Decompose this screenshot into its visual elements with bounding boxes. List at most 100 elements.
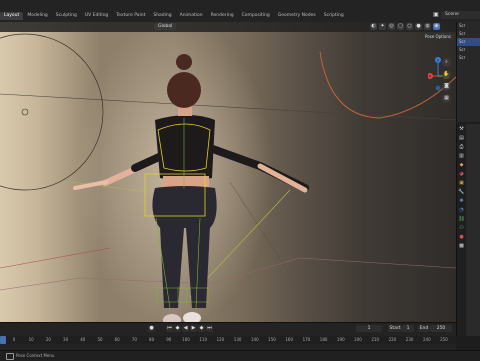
tool-icon[interactable]: ⚒ [458,126,465,133]
frame-tick-label: 0 [12,337,16,342]
outliner-row[interactable]: Scr [457,54,480,62]
texture-icon[interactable]: ▩ [458,243,465,250]
frame-tick-label: 230 [405,337,414,342]
frame-tick-label: 160 [285,337,294,342]
workspace-tab-rendering[interactable]: Rendering [207,12,238,20]
play-reverse-icon[interactable]: ◀ [182,325,189,332]
solid-shading-icon[interactable]: ● [415,23,422,30]
end-label: End [418,325,430,332]
start-label: Start [388,325,402,332]
frame-tick-label: 70 [131,337,137,342]
rendered-shading-icon[interactable]: ◉ [433,23,440,30]
playhead[interactable] [0,336,6,344]
workspace-tab-scripting[interactable]: Scripting [320,12,348,20]
outliner-row[interactable]: Scr [457,46,480,54]
status-bar: Pose Context Menu [0,350,480,361]
next-keyframe-icon[interactable]: ◆ [198,325,205,332]
pan-hand-icon[interactable]: ✋ [442,70,451,79]
frame-tick-label: 90 [166,337,172,342]
outliner-row[interactable]: Scr [457,22,480,30]
frame-tick-label: 120 [216,337,225,342]
perspective-toggle-icon[interactable]: ▦ [442,94,451,103]
zoom-icon[interactable]: ⌕ [442,58,451,67]
scene-selector[interactable]: Scene [441,11,480,19]
render-icon[interactable]: ▤ [458,135,465,142]
output-icon[interactable]: ⎙ [458,144,465,151]
properties-tabs: ⚒ ▤ ⎙ ▥ ◆ ◕ ▣ 🔧 ✺ ◔ ⛓ ⚇ ● ▩ [457,124,466,336]
workspace-tab-modeling[interactable]: Modeling [23,12,51,20]
overlay-icon[interactable]: ◎ [388,23,395,30]
properties-panel: ⚒ ▤ ⎙ ▥ ◆ ◕ ▣ 🔧 ✺ ◔ ⛓ ⚇ ● ▩ [456,124,480,336]
viewport-header: Global ◐ ✦ ◎ ▢ ○ ● ◍ ◉ [0,22,456,32]
outliner-panel: Scr Scr Scr Scr Scr [456,22,480,122]
prev-keyframe-icon[interactable]: ◆ [174,325,181,332]
workspace-tab-geometry-nodes[interactable]: Geometry Nodes [274,12,320,20]
frame-tick-label: 180 [319,337,328,342]
frame-tick-label: 190 [336,337,345,342]
camera-view-icon[interactable]: ◙ [442,82,451,91]
constraints-icon[interactable]: ⛓ [458,216,465,223]
control-circle-center [21,108,29,116]
jump-start-icon[interactable]: ⏮ [166,325,173,332]
status-text: Pose Context Menu [16,353,55,358]
frame-tick-label: 210 [371,337,380,342]
jump-end-icon[interactable]: ⏭ [206,325,213,332]
viewport-toolbar: ◐ ✦ ◎ ▢ ○ ● ◍ ◉ [370,23,440,31]
record-icon[interactable]: ● [148,325,155,332]
workspace-tab-layout[interactable]: Layout [0,12,24,20]
frame-tick-label: 30 [63,337,69,342]
frame-tick-label: 170 [302,337,311,342]
data-icon[interactable]: ⚇ [458,225,465,232]
frame-tick-label: 220 [388,337,397,342]
mouse-icon [6,353,14,360]
material-shading-icon[interactable]: ◍ [424,23,431,30]
current-frame-field[interactable]: 1 [356,325,382,332]
object-icon[interactable]: ▣ [458,180,465,187]
particles-icon[interactable]: ✺ [458,198,465,205]
workspace-tab-texture-paint[interactable]: Texture Paint [112,12,149,20]
wireframe-shading-icon[interactable]: ○ [406,23,413,30]
material-icon[interactable]: ● [458,234,465,241]
frame-tick-label: 60 [114,337,120,342]
transform-orientation-dropdown[interactable]: Global [154,23,177,30]
frame-tick-label: 200 [354,337,362,342]
workspace-tab-shading[interactable]: Shading [149,12,175,20]
frame-tick-label: 100 [182,337,190,342]
frame-tick-label: 140 [250,337,259,342]
workspace-tab-sculpting[interactable]: Sculpting [52,12,81,20]
scene-props-icon[interactable]: ◆ [458,162,465,169]
frame-tick-label: 80 [149,337,155,342]
gizmo-toggle-icon[interactable]: ✦ [379,23,386,30]
3d-viewport[interactable]: Global ◐ ✦ ◎ ▢ ○ ● ◍ ◉ Pose Options Y X … [0,22,456,336]
frame-tick-label: 10 [28,337,34,342]
pose-options-dropdown[interactable]: Pose Options [422,33,454,40]
physics-icon[interactable]: ◔ [458,207,465,214]
frame-tick-label: 150 [268,337,276,342]
timeline-panel: ● ⏮ ◆ ◀ ▶ ◆ ⏭ 1 Start 1 End 250 0 10 20 30 4… [0,322,456,351]
scene-icon[interactable]: ▣ [432,11,440,19]
top-bar: Layout Modeling Sculpting UV Editing Texture… [0,0,480,22]
frame-tick-label: 250 [440,337,448,342]
visibility-icon[interactable]: ◐ [370,23,377,30]
modifier-icon[interactable]: 🔧 [458,189,465,196]
end-frame-field[interactable]: 250 [430,325,452,332]
frame-tick-label: 40 [80,337,86,342]
play-icon[interactable]: ▶ [190,325,197,332]
start-frame-field[interactable]: 1 [402,325,414,332]
outliner-row[interactable]: Scr [457,38,480,46]
outliner-row[interactable]: Scr [457,30,480,38]
workspace-tabs: Layout Modeling Sculpting UV Editing Texture… [0,12,348,21]
world-icon[interactable]: ◕ [458,171,465,178]
frame-tick-label: 20 [45,337,51,342]
frame-tick-label: 130 [233,337,242,342]
view-layer-icon[interactable]: ▥ [458,153,465,160]
character-model[interactable] [60,48,320,336]
workspace-tab-uv-editing[interactable]: UV Editing [81,12,112,20]
frame-tick-label: 50 [97,337,103,342]
frame-tick-label: 240 [422,337,431,342]
playback-controls: ● ⏮ ◆ ◀ ▶ ◆ ⏭ 1 Start 1 End 250 [0,325,456,334]
xray-icon[interactable]: ▢ [397,23,404,30]
workspace-tab-animation[interactable]: Animation [176,12,207,20]
frame-ruler[interactable]: 0 10 20 30 40 50 60 70 80 90 100 110 120 130 140 150 160… [0,336,456,344]
workspace-tab-compositing[interactable]: Compositing [238,12,274,20]
